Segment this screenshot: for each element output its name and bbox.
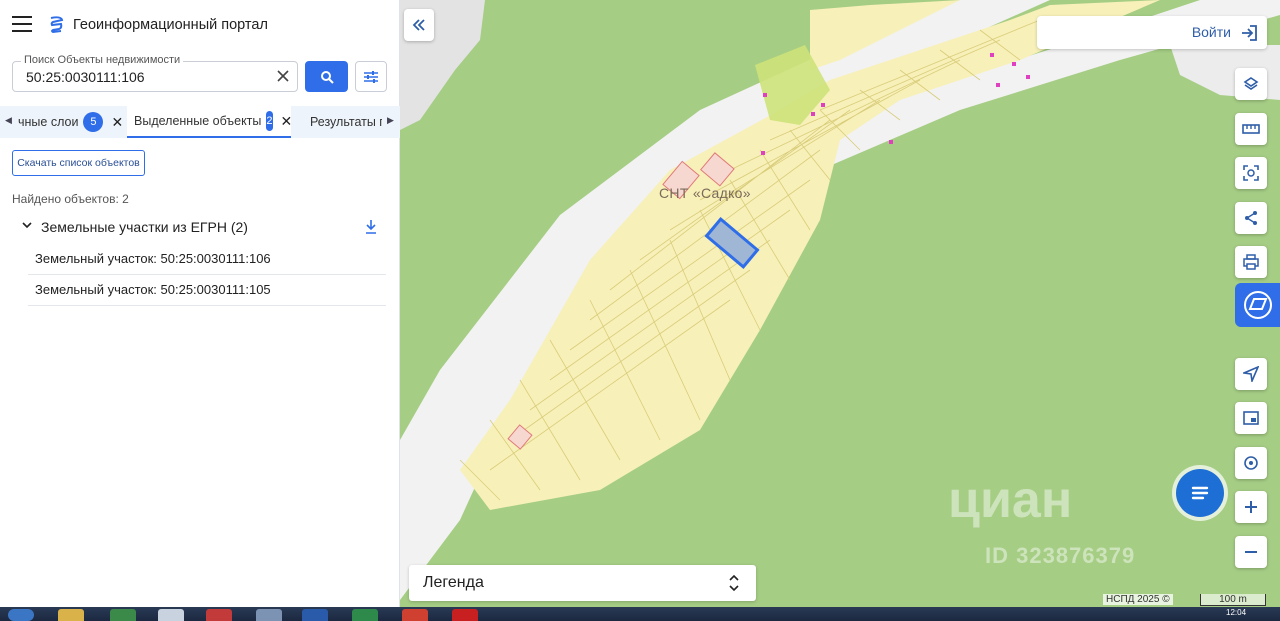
tab-layers-badge: 5 [83,112,104,132]
watermark: циан [948,471,1073,529]
search-label: Поиск Объекты недвижимости [21,54,184,66]
geolocation-icon [1244,456,1258,470]
collapse-panel-button[interactable] [404,9,434,41]
tab-selected-label: Выделенные объекты [134,114,262,128]
tab-selected-close-icon[interactable]: ✕ [281,113,293,130]
locate-button[interactable] [1235,358,1267,390]
select-area-icon [1243,165,1259,181]
tabs-scroll-right-icon[interactable]: ▶ [387,115,394,126]
tabs-bar: ◀ чные слои 5 ✕ Выделенные объекты 2 ✕ Р… [0,106,400,138]
word-icon[interactable] [302,609,328,621]
clock: 12:04 [1226,608,1247,617]
watermark-id: ID 323876379 [985,543,1136,568]
legend-panel[interactable]: Легенда [409,565,756,601]
geolocation-button[interactable] [1235,447,1267,479]
layers-button[interactable] [1235,68,1267,100]
download-icon[interactable] [364,219,378,235]
tab-results-label: Результаты по [310,115,382,129]
place-label: СНТ «Садко» [659,185,751,201]
list-item[interactable]: Земельный участок: 50:25:0030111:106 [28,244,386,275]
double-chevron-left-icon [412,19,425,31]
zoom-out-button[interactable] [1235,536,1267,568]
pkk-button[interactable] [1235,283,1280,327]
taskbar: 12:04 [0,607,1280,621]
search-input[interactable]: Поиск Объекты недвижимости 50:25:0030111… [12,54,298,92]
app-title: Геоинформационный портал [73,17,268,33]
filter-icon [364,70,378,83]
app-icon[interactable] [110,609,136,621]
minimap-button[interactable] [1235,402,1267,434]
download-list-button[interactable]: Скачать список объектов [12,150,145,176]
pkk-icon [1243,291,1272,319]
app-icon[interactable] [158,609,184,621]
left-panel: Геоинформационный портал Поиск Объекты н… [0,0,400,607]
login-button[interactable]: Войти [1037,16,1267,49]
chat-icon [1191,486,1209,500]
ruler-button[interactable] [1235,113,1267,145]
tab-selected-badge: 2 [266,111,273,131]
map-base [400,0,1280,600]
start-icon[interactable] [8,609,34,621]
chat-button[interactable] [1176,469,1224,517]
menu-icon[interactable] [12,16,32,32]
tabs-scroll-left-icon[interactable]: ◀ [5,115,12,126]
map-attribution: НСПД 2025 © [1103,594,1173,605]
portal-logo-icon [50,16,64,34]
tab-layers[interactable]: чные слои 5 ✕ [18,106,123,138]
tab-layers-close-icon[interactable]: ✕ [111,114,123,131]
ruler-icon [1242,124,1260,134]
login-icon [1242,25,1257,41]
locate-icon [1243,366,1259,382]
search-button[interactable] [305,61,348,92]
zoom-in-button[interactable] [1235,491,1267,523]
group-label: Земельные участки из ЕГРН (2) [41,219,248,235]
login-label: Войти [1191,24,1231,40]
search-value[interactable]: 50:25:0030111:106 [26,69,145,85]
layers-icon [1243,77,1259,90]
filter-button[interactable] [355,61,387,92]
tab-results[interactable]: Результаты по [310,106,382,138]
select-area-button[interactable] [1235,157,1267,189]
group-header[interactable]: Земельные участки из ЕГРН (2) [22,218,382,238]
browser-icon[interactable] [402,609,428,621]
map-canvas[interactable]: СНТ «Садко» [400,0,1280,607]
print-button[interactable] [1235,246,1267,278]
tab-selected-objects[interactable]: Выделенные объекты 2 ✕ [127,106,293,138]
minimap-icon [1243,411,1259,425]
share-button[interactable] [1235,202,1267,234]
expand-collapse-icon [729,574,739,592]
zoom-out-icon [1245,551,1257,553]
found-count: Найдено объектов: 2 [12,192,129,206]
explorer-icon[interactable] [58,609,84,621]
scale-bar: 100 m [1200,594,1266,606]
app-icon[interactable] [256,609,282,621]
excel-icon[interactable] [352,609,378,621]
legend-label: Легенда [423,574,484,591]
tab-layers-label: чные слои [18,115,79,129]
print-icon [1243,254,1259,270]
app-icon[interactable] [452,609,478,621]
app-icon[interactable] [206,609,232,621]
share-icon [1245,211,1257,225]
clear-icon[interactable] [275,68,291,84]
chevron-down-icon[interactable] [22,220,32,230]
search-icon [320,70,334,84]
zoom-in-icon [1245,501,1257,513]
results-list: Земельный участок: 50:25:0030111:106 Зем… [28,244,386,306]
top-bar: Геоинформационный портал [0,0,400,50]
list-item[interactable]: Земельный участок: 50:25:0030111:105 [28,275,386,306]
